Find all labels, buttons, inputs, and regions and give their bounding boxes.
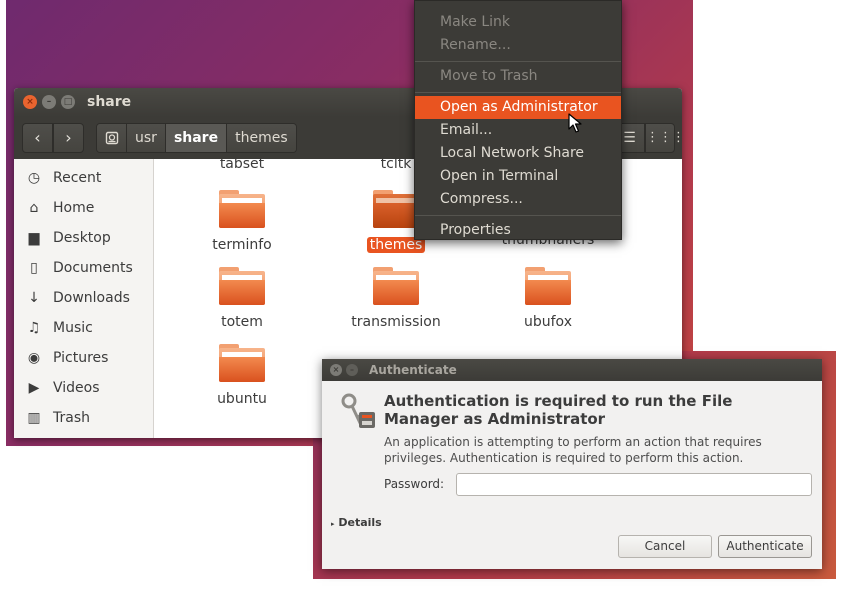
file-item-tabset[interactable]: tabset — [187, 159, 297, 172]
file-item-terminfo[interactable]: terminfo — [187, 190, 297, 253]
context-menu: Make Link Rename... Move to Trash Open a… — [414, 0, 622, 240]
forward-button[interactable]: › — [53, 123, 84, 153]
menu-separator — [415, 215, 621, 216]
details-expander[interactable]: ▸ Details — [331, 516, 382, 529]
home-icon: ⌂ — [29, 200, 39, 216]
document-icon: ▯ — [30, 260, 38, 276]
menu-item-open-in-terminal[interactable]: Open in Terminal — [415, 165, 621, 188]
folder-icon: ▆ — [28, 230, 40, 246]
keys-icon — [341, 393, 375, 428]
minimize-dialog-button[interactable]: – — [346, 364, 358, 376]
menu-separator — [415, 92, 621, 93]
trash-icon: ▥ — [27, 410, 41, 426]
dialog-titlebar[interactable]: × – Authenticate — [322, 359, 822, 381]
sidebar-item-videos[interactable]: ▶ Videos — [14, 373, 154, 403]
breadcrumb-item-themes[interactable]: themes — [227, 124, 296, 152]
file-label: totem — [221, 314, 263, 330]
dialog-message: An application is attempting to perform … — [384, 435, 762, 465]
folder-icon — [219, 344, 265, 382]
sidebar-item-recent[interactable]: ◷ Recent — [14, 163, 154, 193]
sidebar-item-pictures[interactable]: ◉ Pictures — [14, 343, 154, 373]
file-label: ubuntu — [217, 391, 267, 407]
file-item-transmission[interactable]: transmission — [341, 267, 451, 330]
music-icon: ♫ — [27, 320, 41, 336]
cancel-button[interactable]: Cancel — [618, 535, 712, 558]
password-field[interactable] — [456, 473, 812, 496]
menu-item-email[interactable]: Email... — [415, 119, 621, 142]
list-icon: ☰ — [623, 130, 636, 146]
sidebar-item-label: Documents — [53, 260, 133, 276]
file-item-ubufox[interactable]: ubufox — [493, 267, 603, 330]
sidebar-item-label: Downloads — [53, 290, 130, 306]
screenshot: × – □ share ‹ › usr share themes ☰ ⋮⋮⋮ ◷… — [0, 0, 849, 600]
grid-icon: ⋮⋮⋮ — [646, 130, 682, 145]
minimize-window-button[interactable]: – — [42, 95, 56, 109]
video-icon: ▶ — [28, 380, 40, 396]
sidebar-item-documents[interactable]: ▯ Documents — [14, 253, 154, 283]
breadcrumb: usr share themes — [96, 123, 297, 153]
file-label: terminfo — [212, 237, 272, 253]
sidebar-item-downloads[interactable]: ↓ Downloads — [14, 283, 154, 313]
sidebar-item-desktop[interactable]: ▆ Desktop — [14, 223, 154, 253]
clock-icon: ◷ — [27, 170, 41, 186]
sidebar-item-label: Pictures — [53, 350, 109, 366]
folder-icon — [373, 267, 419, 305]
mouse-pointer-icon — [568, 113, 582, 133]
chevron-left-icon: ‹ — [34, 128, 41, 147]
file-label: tabset — [219, 159, 265, 172]
sidebar-item-label: Videos — [53, 380, 100, 396]
file-item-ubuntu[interactable]: ubuntu — [187, 344, 297, 407]
menu-separator — [415, 61, 621, 62]
sidebar-item-label: Home — [53, 200, 95, 216]
folder-icon — [373, 190, 419, 228]
sidebar-item-label: Desktop — [53, 230, 111, 246]
sidebar: ◷ Recent ⌂ Home ▆ Desktop ▯ Documents ↓ — [14, 159, 154, 438]
menu-item-open-as-administrator[interactable]: Open as Administrator — [415, 96, 621, 119]
sidebar-item-home[interactable]: ⌂ Home — [14, 193, 154, 223]
menu-item-properties[interactable]: Properties — [415, 219, 621, 242]
file-label: transmission — [351, 314, 441, 330]
dialog-title: Authenticate — [369, 363, 457, 377]
menu-item-move-to-trash[interactable]: Move to Trash — [415, 65, 621, 88]
camera-icon: ◉ — [27, 350, 41, 366]
dialog-heading: Authentication is required to run the Fi… — [384, 392, 733, 428]
authenticate-dialog: × – Authenticate Authentication is requi… — [322, 359, 822, 569]
download-icon: ↓ — [28, 290, 40, 306]
close-dialog-button[interactable]: × — [330, 364, 342, 376]
triangle-right-icon: ▸ — [331, 520, 335, 528]
password-label: Password: — [384, 477, 445, 491]
details-label: Details — [338, 516, 382, 529]
maximize-window-button[interactable]: □ — [61, 95, 75, 109]
folder-icon — [219, 190, 265, 228]
drive-icon — [105, 131, 118, 145]
menu-item-rename[interactable]: Rename... — [415, 34, 621, 57]
breadcrumb-item-usr[interactable]: usr — [127, 124, 166, 152]
breadcrumb-root-button[interactable] — [97, 124, 127, 152]
file-item-totem[interactable]: totem — [187, 267, 297, 330]
folder-icon — [219, 267, 265, 305]
back-button[interactable]: ‹ — [22, 123, 53, 153]
menu-item-local-network-share[interactable]: Local Network Share — [415, 142, 621, 165]
sidebar-item-trash[interactable]: ▥ Trash — [14, 403, 154, 433]
menu-item-compress[interactable]: Compress... — [415, 188, 621, 211]
grid-view-button[interactable]: ⋮⋮⋮ — [645, 123, 682, 153]
sidebar-item-music[interactable]: ♫ Music — [14, 313, 154, 343]
file-label: tcltk — [380, 159, 412, 172]
menu-item-make-link[interactable]: Make Link — [415, 11, 621, 34]
sidebar-item-label: Recent — [53, 170, 102, 186]
window-title: share — [87, 94, 132, 110]
sidebar-item-label: Music — [53, 320, 93, 336]
close-window-button[interactable]: × — [23, 95, 37, 109]
breadcrumb-item-share[interactable]: share — [165, 124, 228, 152]
sidebar-item-label: Trash — [53, 410, 90, 426]
authenticate-button[interactable]: Authenticate — [718, 535, 812, 558]
folder-icon — [525, 267, 571, 305]
file-label: ubufox — [524, 314, 572, 330]
chevron-right-icon: › — [65, 128, 72, 147]
